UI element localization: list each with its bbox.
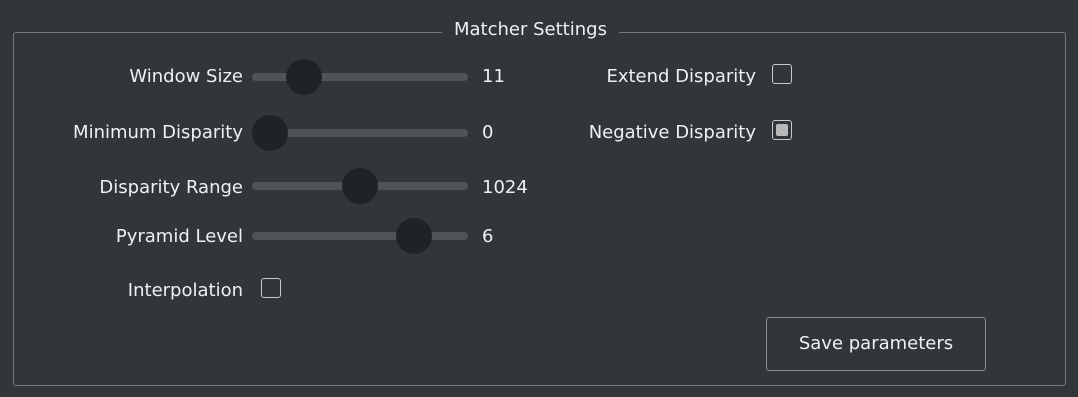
extend-disparity-label: Extend Disparity xyxy=(606,66,756,87)
extend-disparity-checkbox[interactable] xyxy=(772,64,792,84)
group-title: Matcher Settings xyxy=(442,18,619,42)
slider-groove xyxy=(252,232,468,240)
disparity-range-label: Disparity Range xyxy=(99,177,243,198)
minimum-disparity-value: 0 xyxy=(482,122,494,143)
slider-handle[interactable] xyxy=(252,115,288,151)
slider-handle[interactable] xyxy=(396,218,432,254)
pyramid-level-slider[interactable] xyxy=(252,218,468,254)
window-size-slider[interactable] xyxy=(252,59,468,95)
pyramid-level-value: 6 xyxy=(482,226,494,247)
minimum-disparity-label: Minimum Disparity xyxy=(73,122,243,143)
window-size-value: 11 xyxy=(482,66,505,87)
disparity-range-slider[interactable] xyxy=(252,168,468,204)
window-size-label: Window Size xyxy=(129,66,243,87)
save-parameters-button[interactable]: Save parameters xyxy=(766,317,986,371)
negative-disparity-checkbox[interactable] xyxy=(772,120,792,140)
slider-handle[interactable] xyxy=(342,168,378,204)
matcher-settings-panel: Matcher Settings Window Size 11 Minimum … xyxy=(0,0,1078,397)
pyramid-level-label: Pyramid Level xyxy=(115,226,243,247)
slider-groove xyxy=(252,73,468,81)
interpolation-checkbox[interactable] xyxy=(261,278,281,298)
negative-disparity-label: Negative Disparity xyxy=(588,122,756,143)
slider-handle[interactable] xyxy=(286,59,323,95)
interpolation-label: Interpolation xyxy=(127,280,243,301)
disparity-range-value: 1024 xyxy=(482,177,528,198)
minimum-disparity-slider[interactable] xyxy=(252,115,468,151)
